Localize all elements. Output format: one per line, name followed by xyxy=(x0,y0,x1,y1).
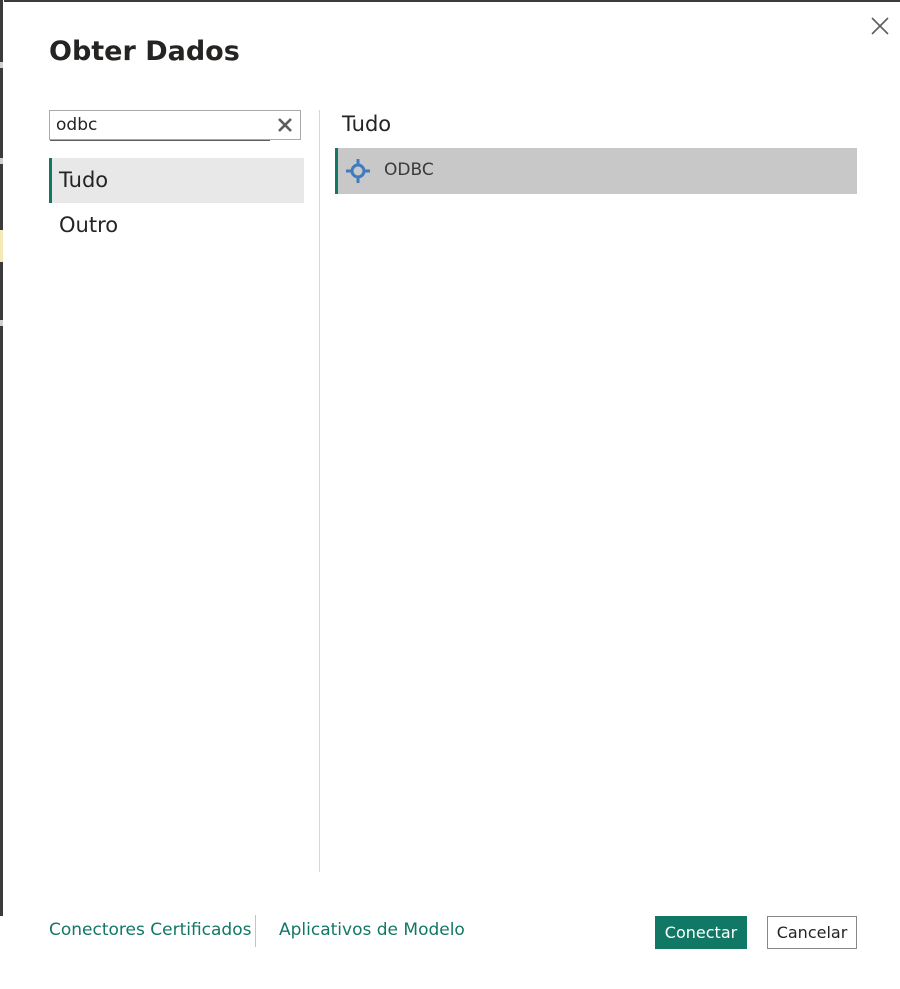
search-input-underline xyxy=(50,140,270,141)
search-input[interactable] xyxy=(56,114,268,136)
clear-search-button[interactable] xyxy=(276,116,294,134)
result-item-odbc[interactable]: ODBC xyxy=(335,148,857,194)
category-outro[interactable]: Outro xyxy=(49,203,304,248)
footer-divider xyxy=(255,915,256,947)
background-window-fragment xyxy=(0,320,3,326)
search-box xyxy=(49,110,301,141)
cancel-button[interactable]: Cancelar xyxy=(767,916,857,949)
clear-search-icon xyxy=(278,118,292,132)
dialog-title: Obter Dados xyxy=(49,36,240,67)
result-item-label: ODBC xyxy=(384,160,434,180)
background-window-border xyxy=(0,0,3,916)
background-window-highlight xyxy=(0,230,3,262)
certified-connectors-link[interactable]: Conectores Certificados xyxy=(49,920,251,940)
background-window-fragment xyxy=(0,62,3,68)
close-icon xyxy=(871,17,889,35)
odbc-connector-icon xyxy=(346,159,370,183)
category-tudo[interactable]: Tudo xyxy=(49,158,304,203)
connect-button[interactable]: Conectar xyxy=(655,916,747,949)
get-data-dialog: Obter Dados Tudo Outro Tudo ODBC Conecto… xyxy=(4,0,900,989)
close-button[interactable] xyxy=(866,12,894,40)
panel-divider xyxy=(319,110,320,872)
results-section-title: Tudo xyxy=(342,112,392,136)
template-apps-link[interactable]: Aplicativos de Modelo xyxy=(279,920,465,940)
background-window-fragment xyxy=(0,158,3,164)
